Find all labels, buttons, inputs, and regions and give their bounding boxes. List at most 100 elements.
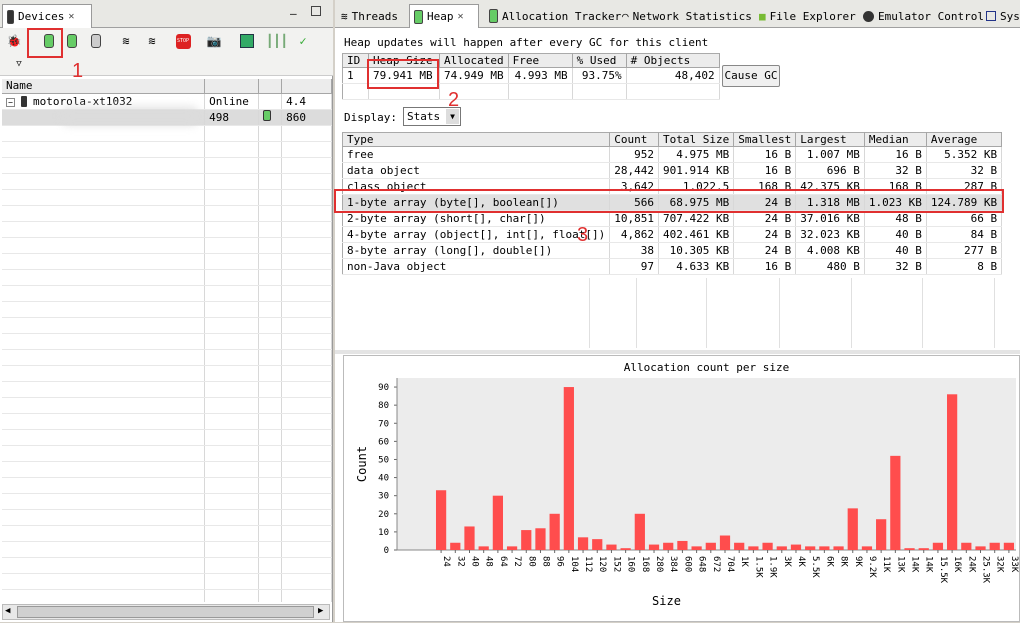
x-tick-label: 88 bbox=[540, 556, 550, 567]
empty-row bbox=[2, 334, 332, 350]
collapse-icon[interactable]: − bbox=[6, 97, 15, 107]
stats-cell: 16 B bbox=[733, 146, 797, 163]
empty-row bbox=[2, 542, 332, 558]
chart-sash[interactable] bbox=[335, 350, 1020, 354]
tab-file-explorer[interactable]: ■ File Explorer bbox=[755, 4, 860, 28]
annotation-label-2: 2 bbox=[448, 89, 460, 111]
emulator-icon bbox=[863, 10, 874, 22]
dump-hprof-button[interactable] bbox=[63, 32, 81, 50]
maximize-icon[interactable] bbox=[311, 6, 321, 16]
x-tick-label: 24 bbox=[441, 556, 451, 567]
debug-icon[interactable]: 🐞 bbox=[5, 32, 23, 50]
column-header-icon[interactable] bbox=[258, 79, 283, 94]
bar bbox=[947, 394, 958, 550]
empty-row bbox=[2, 238, 332, 254]
hierarchy-view-button[interactable]: ✓ bbox=[294, 32, 312, 50]
bar bbox=[521, 530, 532, 550]
bar bbox=[606, 544, 617, 550]
stats-cell: 4.975 MB bbox=[658, 146, 735, 163]
method-profiling-button[interactable]: ≋ bbox=[143, 32, 161, 50]
y-tick-label: 10 bbox=[378, 528, 389, 538]
x-tick-label: 64 bbox=[498, 556, 508, 567]
empty-row bbox=[2, 350, 332, 366]
stats-cell: 16 B bbox=[733, 162, 797, 179]
horizontal-scrollbar[interactable]: ◀ ▶ bbox=[2, 604, 330, 620]
x-tick-label: 6K bbox=[824, 556, 834, 567]
bar bbox=[734, 542, 745, 550]
stats-cell: 16 B bbox=[733, 258, 797, 275]
devices-pane: Devices ✕ — 🐞 ≋ ≋ STOP 📷 ┃┃┃ ✓ ▽ Name − m… bbox=[0, 0, 333, 622]
minimize-icon[interactable]: — bbox=[290, 7, 297, 20]
systrace-button[interactable] bbox=[238, 32, 256, 50]
devices-empty-rows bbox=[2, 126, 332, 602]
stats-cell: 4.633 KB bbox=[658, 258, 735, 275]
threads-button[interactable]: ≋ bbox=[117, 32, 135, 50]
y-axis-label: Count bbox=[355, 446, 369, 482]
close-icon[interactable]: ✕ bbox=[68, 11, 74, 22]
empty-row bbox=[2, 366, 332, 382]
stats-row[interactable]: free 952 4.975 MB 16 B 1.007 MB 16 B 5.352 KB bbox=[342, 146, 1003, 163]
x-tick-label: 14K bbox=[910, 556, 920, 573]
stats-cell: 4,862 bbox=[609, 226, 660, 243]
bar bbox=[762, 542, 773, 550]
gc-button[interactable] bbox=[87, 32, 105, 50]
bar bbox=[648, 544, 660, 550]
empty-row bbox=[2, 302, 332, 318]
stop-button[interactable]: STOP bbox=[174, 32, 192, 50]
x-tick-label: 80 bbox=[526, 556, 536, 567]
stats-row[interactable]: data object 28,442 901.914 KB 16 B 696 B 32 B… bbox=[342, 162, 1003, 179]
scroll-thumb[interactable] bbox=[17, 606, 314, 618]
stats-row[interactable]: 4-byte array (object[], int[], float[]) 4… bbox=[342, 226, 1003, 243]
x-tick-label: 672 bbox=[711, 556, 721, 572]
opengl-trace-button[interactable]: ┃┃┃ bbox=[266, 32, 288, 50]
stats-row[interactable]: non-Java object 97 4.633 KB 16 B 480 B 32 B8 … bbox=[342, 258, 1003, 275]
x-tick-label: 96 bbox=[555, 556, 565, 567]
x-axis-label: Size bbox=[652, 594, 681, 608]
chevron-down-icon[interactable]: ▽ bbox=[10, 55, 28, 73]
empty-row bbox=[2, 398, 332, 414]
bar bbox=[790, 544, 802, 550]
bar bbox=[620, 548, 631, 550]
phone-icon bbox=[7, 9, 14, 24]
tab-heap[interactable]: Heap ✕ bbox=[409, 4, 479, 28]
x-tick-label: 15.5K bbox=[938, 556, 948, 584]
bar bbox=[691, 546, 702, 550]
stats-cell: 402.461 KB bbox=[658, 226, 735, 243]
x-tick-label: 13K bbox=[895, 556, 905, 573]
tab-devices[interactable]: Devices ✕ bbox=[2, 4, 92, 28]
column-header-name[interactable]: Name bbox=[2, 79, 206, 94]
tab-emulator-control[interactable]: Emulator Control bbox=[859, 4, 988, 28]
column-header-status[interactable] bbox=[204, 79, 260, 94]
empty-row bbox=[2, 206, 332, 222]
y-tick-label: 90 bbox=[378, 383, 389, 393]
tab-system-info[interactable]: Sys bbox=[982, 4, 1020, 28]
tab-threads[interactable]: ≋ Threads bbox=[337, 4, 402, 28]
stats-cell: 40 B bbox=[864, 242, 927, 259]
sash-divider[interactable] bbox=[333, 0, 335, 622]
stats-cell: 24 B bbox=[733, 226, 797, 243]
tab-allocation-tracker[interactable]: Allocation Tracker bbox=[485, 4, 625, 28]
x-tick-label: 152 bbox=[611, 556, 621, 572]
cause-gc-button[interactable]: Cause GC bbox=[722, 65, 780, 87]
screen-capture-button[interactable]: 📷 bbox=[205, 32, 223, 50]
x-tick-label: 160 bbox=[626, 556, 636, 572]
empty-row bbox=[2, 558, 332, 574]
stats-cell: 4.008 KB bbox=[795, 242, 865, 259]
wifi-icon: ◠ bbox=[622, 9, 629, 23]
stats-row[interactable]: 8-byte array (long[], double[]) 38 10.305 … bbox=[342, 242, 1003, 259]
close-icon[interactable]: ✕ bbox=[458, 11, 464, 22]
bar bbox=[989, 542, 1000, 550]
bar bbox=[961, 542, 972, 550]
blurred-serial bbox=[60, 106, 200, 126]
bar bbox=[592, 539, 603, 550]
stats-cell: non-Java object bbox=[342, 258, 611, 275]
empty-row bbox=[2, 590, 332, 602]
empty-row bbox=[2, 430, 332, 446]
tab-network-statistics[interactable]: ◠ Network Statistics bbox=[618, 4, 756, 28]
scroll-left-icon[interactable]: ◀ bbox=[5, 606, 10, 616]
column-header-port[interactable] bbox=[281, 79, 332, 94]
bar bbox=[847, 508, 858, 550]
scroll-right-icon[interactable]: ▶ bbox=[318, 606, 323, 616]
empty-row bbox=[2, 574, 332, 590]
process-port: 860 bbox=[281, 109, 332, 126]
